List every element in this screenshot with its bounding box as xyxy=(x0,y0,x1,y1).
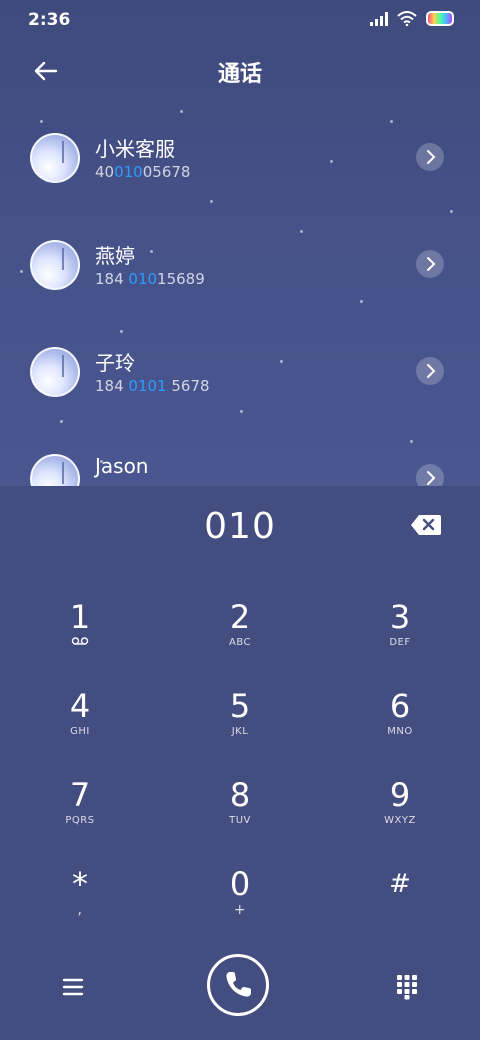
chevron-right-icon[interactable] xyxy=(416,464,444,486)
chevron-right-icon[interactable] xyxy=(416,357,444,385)
key-digit: 8 xyxy=(229,776,251,814)
key-letters: DEF xyxy=(389,637,411,648)
key-6[interactable]: 6 MNO xyxy=(320,687,480,776)
key-3[interactable]: 3 DEF xyxy=(320,598,480,687)
key-digit: 7 xyxy=(69,776,91,814)
key-digit: 9 xyxy=(389,776,411,814)
avatar xyxy=(30,240,80,290)
key-letters: JKL xyxy=(231,726,249,737)
key-digit: 5 xyxy=(229,687,251,725)
key-letters: MNO xyxy=(387,726,413,737)
key-2[interactable]: 2 ABC xyxy=(160,598,320,687)
key-0[interactable]: 0 + xyxy=(160,865,320,954)
dialpad-icon[interactable] xyxy=(396,974,418,1000)
key-letters: , xyxy=(77,902,83,918)
key-letters: GHI xyxy=(70,726,90,737)
status-bar: 2:36 xyxy=(0,0,480,40)
key-9[interactable]: 9 WXYZ xyxy=(320,776,480,865)
key-digit: * xyxy=(72,865,88,903)
key-5[interactable]: 5 JKL xyxy=(160,687,320,776)
avatar xyxy=(30,454,80,486)
contact-item[interactable]: 燕婷 184 01015689 xyxy=(0,240,480,320)
backspace-icon[interactable] xyxy=(410,514,442,536)
key-8[interactable]: 8 TUV xyxy=(160,776,320,865)
bottom-bar xyxy=(0,954,480,1024)
contact-results-area: 2:36 通话 小米客服 4001005678 燕婷 184 01015689 … xyxy=(0,0,480,486)
key-digit: 6 xyxy=(389,687,411,725)
signal-icon xyxy=(370,11,388,26)
contact-name: Jason xyxy=(95,454,149,478)
key-letters: ABC xyxy=(228,637,251,648)
wifi-icon xyxy=(397,11,417,26)
key-1[interactable]: 1 xyxy=(0,598,160,687)
key-7[interactable]: 7 PQRS xyxy=(0,776,160,865)
avatar xyxy=(30,133,80,183)
key-hash[interactable]: # xyxy=(320,865,480,954)
key-letters: WXYZ xyxy=(384,815,416,826)
phone-icon xyxy=(226,972,251,997)
key-4[interactable]: 4 GHI xyxy=(0,687,160,776)
key-letters: TUV xyxy=(229,815,251,826)
contact-name: 子玲 xyxy=(95,351,135,375)
header: 通话 xyxy=(0,46,480,96)
key-letters: + xyxy=(233,902,247,918)
contact-number: 184 01015689 xyxy=(95,270,205,288)
contact-item[interactable]: Jason xyxy=(0,454,480,486)
key-digit: 0 xyxy=(229,865,251,903)
contact-name: 小米客服 xyxy=(95,137,175,161)
key-digit: # xyxy=(389,869,411,899)
menu-icon[interactable] xyxy=(60,974,86,1000)
dialed-number: 010 xyxy=(204,506,276,547)
key-digit: 1 xyxy=(69,598,91,636)
page-title: 通话 xyxy=(217,62,262,87)
contact-item[interactable]: 子玲 184 0101 5678 xyxy=(0,347,480,427)
key-letters: PQRS xyxy=(65,815,95,826)
battery-icon xyxy=(426,11,454,26)
voicemail-icon xyxy=(0,636,160,651)
contact-name: 燕婷 xyxy=(95,244,135,268)
key-digit: 2 xyxy=(229,598,251,636)
contact-item[interactable]: 小米客服 4001005678 xyxy=(0,133,480,213)
contact-number: 184 0101 5678 xyxy=(95,377,210,395)
contact-number: 4001005678 xyxy=(95,163,191,181)
call-button[interactable] xyxy=(207,954,269,1016)
key-digit: 3 xyxy=(389,598,411,636)
chevron-right-icon[interactable] xyxy=(416,143,444,171)
key-star[interactable]: * , xyxy=(0,865,160,954)
chevron-right-icon[interactable] xyxy=(416,250,444,278)
status-time: 2:36 xyxy=(28,10,71,30)
key-digit: 4 xyxy=(69,687,91,725)
avatar xyxy=(30,347,80,397)
